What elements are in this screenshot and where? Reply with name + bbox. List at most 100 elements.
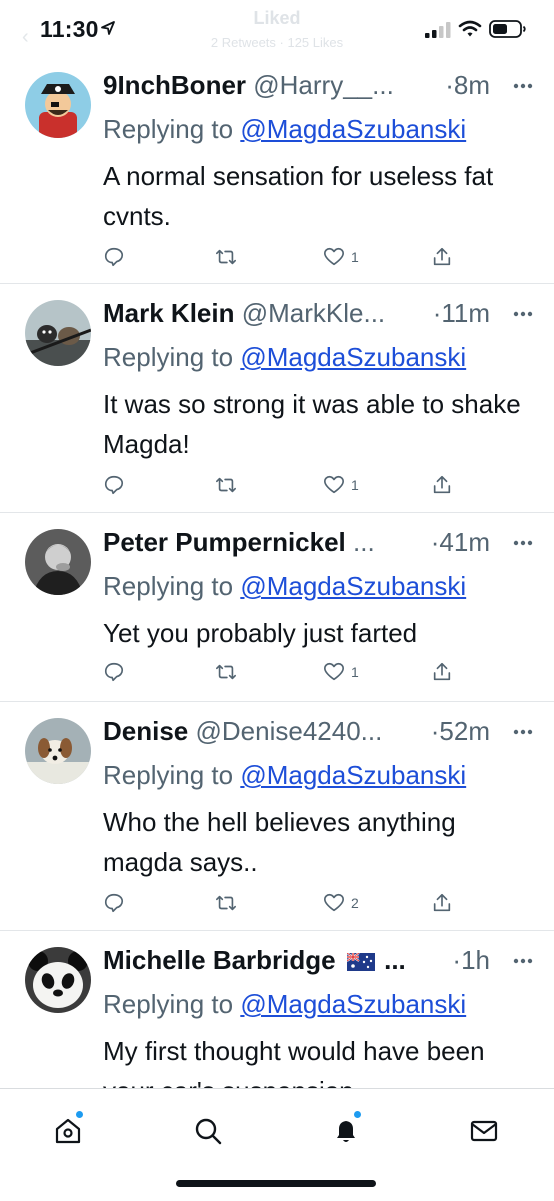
tweet-header: Peter Pumpernickel ... ·41m (103, 527, 534, 563)
nav-search[interactable] (188, 1111, 228, 1151)
home-indicator (176, 1180, 376, 1187)
like-count: 1 (351, 664, 359, 680)
replying-to-link[interactable]: @MagdaSzubanski (240, 989, 466, 1019)
man-avatar[interactable] (25, 529, 91, 595)
more-options-icon[interactable] (512, 716, 534, 746)
notifications-dot (354, 1111, 361, 1118)
reply-button[interactable] (103, 242, 125, 272)
home-notification-dot (76, 1111, 83, 1118)
replying-to-label: Replying to (103, 342, 234, 372)
retweet-icon (216, 664, 236, 680)
reply-feed[interactable]: 9InchBoner @Harry__... ·8m Replying to @… (0, 56, 554, 1088)
display-name[interactable]: Denise (103, 716, 188, 746)
tweet[interactable]: Mark Klein @MarkKle... ·11m Replying to … (0, 284, 554, 513)
retweet-button[interactable] (215, 242, 237, 272)
nav-home[interactable] (48, 1111, 88, 1151)
tweet-actions: 2 (103, 888, 483, 918)
more-options-icon[interactable] (512, 298, 534, 328)
tweet[interactable]: Denise @Denise4240... ·52m Replying to @… (0, 702, 554, 931)
replying-to-link[interactable]: @MagdaSzubanski (240, 571, 466, 601)
more-options-icon[interactable] (512, 527, 534, 557)
tweet-actions: 1 (103, 242, 483, 272)
tweet-time: ·52m (430, 716, 490, 746)
share-icon (433, 475, 451, 494)
tweet-text: Yet you probably just farted (103, 618, 418, 648)
share-button[interactable] (431, 888, 453, 918)
retweet-icon (216, 477, 236, 493)
retweet-button[interactable] (215, 657, 237, 687)
home-icon (55, 1118, 81, 1144)
tweet-time: ·1h (452, 945, 490, 975)
share-button[interactable] (431, 470, 453, 500)
messages-icon (470, 1120, 498, 1142)
nav-notifications[interactable] (326, 1111, 366, 1151)
user-handle[interactable]: ... (353, 527, 375, 557)
dog-avatar[interactable] (25, 718, 91, 784)
tweet[interactable]: Peter Pumpernickel ... ·41m Replying to … (0, 513, 554, 702)
replying-to-line: Replying to @MagdaSzubanski (103, 342, 466, 373)
replying-to-link[interactable]: @MagdaSzubanski (240, 114, 466, 144)
panda-avatar[interactable] (25, 947, 91, 1013)
like-button[interactable]: 2 (323, 888, 359, 918)
share-icon (433, 893, 451, 912)
like-count: 2 (351, 895, 359, 911)
tweet[interactable]: 9InchBoner @Harry__... ·8m Replying to @… (0, 56, 554, 284)
reply-button[interactable] (103, 657, 125, 687)
status-bar: ‹ Liked 2 Retweets · 125 Likes 11:30 (0, 0, 554, 62)
like-button[interactable]: 1 (323, 657, 359, 687)
heart-icon (324, 893, 344, 912)
replying-to-line: Replying to @MagdaSzubanski (103, 760, 466, 791)
replying-to-link[interactable]: @MagdaSzubanski (240, 760, 466, 790)
dogs-avatar[interactable] (25, 300, 91, 366)
more-options-icon[interactable] (512, 945, 534, 975)
user-handle[interactable]: @MarkKle... (242, 298, 385, 328)
replying-to-label: Replying to (103, 114, 234, 144)
tweet-header: Mark Klein @MarkKle... ·11m (103, 298, 534, 334)
nav-messages[interactable] (464, 1111, 504, 1151)
reply-button[interactable] (103, 888, 125, 918)
like-button[interactable]: 1 (323, 470, 359, 500)
like-count: 1 (351, 249, 359, 265)
reply-button[interactable] (103, 470, 125, 500)
search-icon (195, 1118, 222, 1145)
retweet-button[interactable] (215, 888, 237, 918)
pirate-avatar[interactable] (25, 72, 91, 138)
replying-to-line: Replying to @MagdaSzubanski (103, 571, 466, 602)
share-icon (433, 662, 451, 681)
share-button[interactable] (431, 657, 453, 687)
battery-icon (489, 20, 526, 38)
tweet[interactable]: Michelle Barbridge ... ·1h Replying to @… (0, 931, 554, 1088)
heart-icon (324, 662, 344, 681)
reply-icon (104, 893, 124, 913)
tweet-header: Denise @Denise4240... ·52m (103, 716, 534, 752)
cellular-signal-icon (425, 22, 451, 38)
display-name[interactable]: Peter Pumpernickel (103, 527, 346, 557)
retweet-button[interactable] (215, 470, 237, 500)
retweet-icon (216, 895, 236, 911)
replying-to-line: Replying to @MagdaSzubanski (103, 114, 466, 145)
heart-icon (324, 475, 344, 494)
user-handle[interactable]: @Harry__... (253, 70, 394, 100)
replying-to-link[interactable]: @MagdaSzubanski (240, 342, 466, 372)
tweet-header: Michelle Barbridge ... ·1h (103, 945, 534, 981)
user-handle[interactable]: ... (384, 945, 406, 975)
reply-icon (104, 475, 124, 495)
notifications-icon (337, 1121, 355, 1142)
location-arrow-icon (101, 21, 115, 35)
replying-to-label: Replying to (103, 571, 234, 601)
tweet-text: A normal sensation for useless fat cvnts… (103, 161, 494, 231)
like-button[interactable]: 1 (323, 242, 359, 272)
user-handle[interactable]: @Denise4240... (196, 716, 383, 746)
display-name[interactable]: Michelle Barbridge (103, 945, 336, 975)
share-button[interactable] (431, 242, 453, 272)
display-name[interactable]: Mark Klein (103, 298, 235, 328)
status-time: 11:30 (40, 16, 99, 42)
reply-icon (104, 662, 124, 682)
tweet-text: My first thought would have been your ca… (103, 1036, 485, 1088)
more-options-icon[interactable] (512, 70, 534, 100)
display-name[interactable]: 9InchBoner (103, 70, 246, 100)
replying-to-label: Replying to (103, 989, 234, 1019)
tweet-actions: 1 (103, 657, 483, 687)
retweet-icon (216, 249, 236, 265)
tweet-actions: 1 (103, 470, 483, 500)
